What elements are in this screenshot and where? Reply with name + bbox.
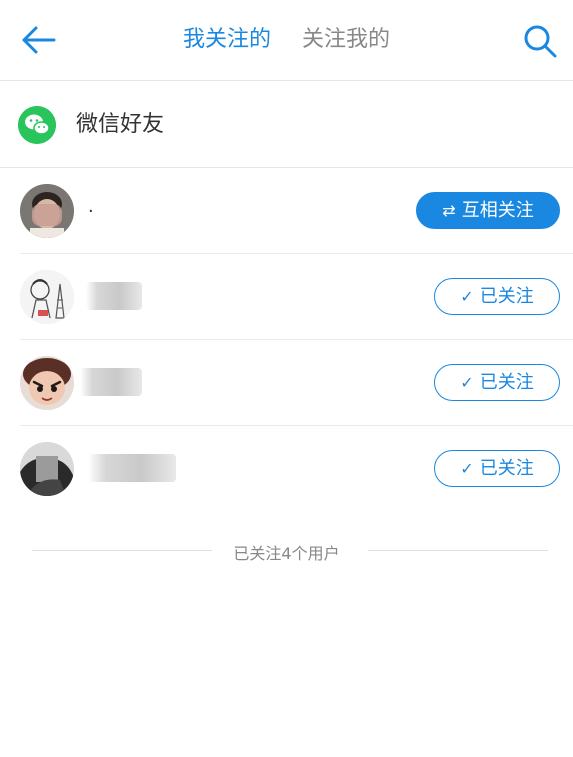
follow-count-footer: 已关注4个用户 xyxy=(0,536,573,566)
followed-button[interactable]: ✓ 已关注 xyxy=(434,450,560,487)
button-label: 已关注 xyxy=(479,286,534,307)
button-label: 已关注 xyxy=(479,458,534,479)
top-bar: 我关注的 关注我的 xyxy=(0,0,573,81)
search-icon[interactable] xyxy=(521,22,559,60)
wechat-icon xyxy=(18,106,56,144)
button-label: 已关注 xyxy=(479,372,534,393)
avatar[interactable] xyxy=(20,184,74,238)
blurred-user-name xyxy=(80,368,142,396)
followed-button[interactable]: ✓ 已关注 xyxy=(434,278,560,315)
button-label: 互相关注 xyxy=(461,200,534,221)
tab-followers[interactable]: 关注我的 xyxy=(302,22,390,58)
list-item[interactable]: ✓ 已关注 xyxy=(0,340,573,426)
wechat-friends-label: 微信好友 xyxy=(76,112,165,137)
blurred-user-name xyxy=(86,282,142,310)
check-icon: ✓ xyxy=(460,373,474,392)
wechat-friends-row[interactable]: 微信好友 xyxy=(0,82,573,168)
list-item[interactable]: ✓ 已关注 xyxy=(0,426,573,512)
check-icon: ✓ xyxy=(460,459,474,478)
follow-count-text: 已关注4个用户 xyxy=(233,544,340,563)
list-item[interactable]: ✓ 已关注 xyxy=(0,254,573,340)
check-icon: ✓ xyxy=(460,287,474,306)
avatar[interactable] xyxy=(20,270,74,324)
tab-following[interactable]: 我关注的 xyxy=(183,22,271,58)
follow-tabs: 我关注的 关注我的 xyxy=(0,22,573,58)
avatar[interactable] xyxy=(20,442,74,496)
following-list: . ⇄ 互相关注 ✓ 已关注 ✓ 已关注 ✓ 已关注 xyxy=(0,168,573,512)
blurred-user-name xyxy=(88,454,176,482)
followed-button[interactable]: ✓ 已关注 xyxy=(434,364,560,401)
swap-arrows-icon: ⇄ xyxy=(442,201,456,220)
mutual-follow-button[interactable]: ⇄ 互相关注 xyxy=(416,192,560,229)
list-item[interactable]: . ⇄ 互相关注 xyxy=(0,168,573,254)
user-name: . xyxy=(88,196,94,217)
avatar[interactable] xyxy=(20,356,74,410)
